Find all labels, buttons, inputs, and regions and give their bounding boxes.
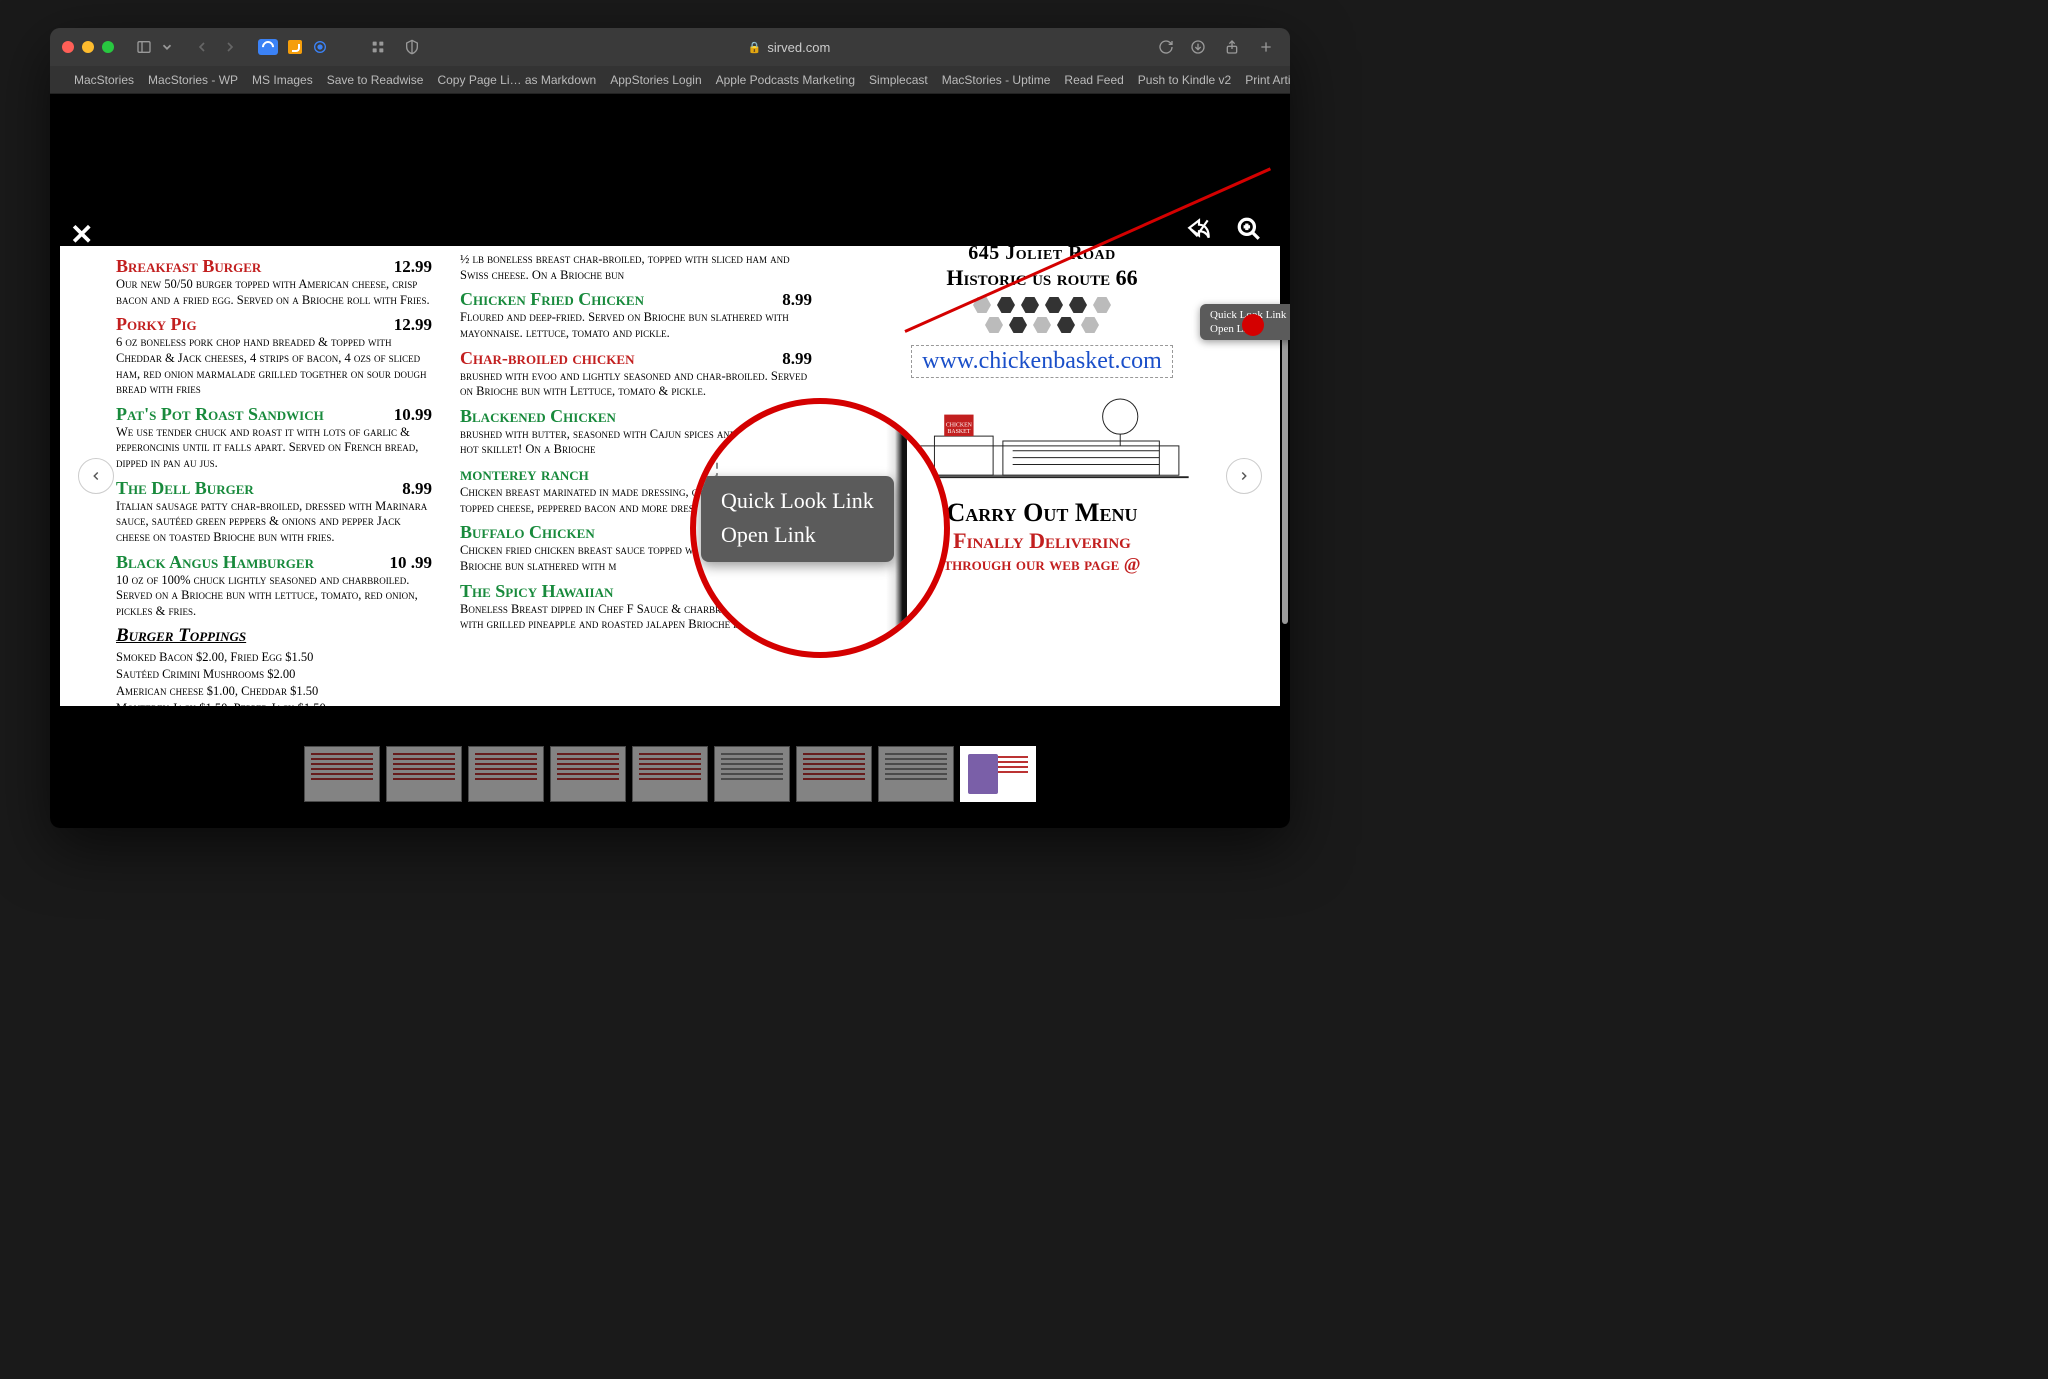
thumbnail[interactable] xyxy=(878,746,954,802)
bookmark-item[interactable]: MS Images xyxy=(252,73,313,87)
extension-icon-2[interactable] xyxy=(312,39,328,55)
bookmark-item[interactable]: Push to Kindle v2 xyxy=(1138,73,1231,87)
bookmark-item[interactable]: AppStories Login xyxy=(610,73,701,87)
annotation-circle: Quick Look Link Open Link xyxy=(690,398,950,658)
chevron-down-icon[interactable] xyxy=(160,36,174,58)
menu-item-name: monterey ranch xyxy=(460,464,589,485)
toppings-list: Smoked Bacon $2.00, Fried Egg $1.50 Saut… xyxy=(116,649,432,706)
menu-item-desc: 6 oz boneless pork chop hand breaded & t… xyxy=(116,335,432,398)
annotation-endpoint-dot xyxy=(1242,314,1264,336)
thumbnail-active[interactable] xyxy=(960,746,1036,802)
svg-text:CHICKEN: CHICKEN xyxy=(946,422,973,428)
website-link[interactable]: www.chickenbasket.com xyxy=(911,345,1173,378)
menu-item-name: Black Angus Hamburger xyxy=(116,552,314,573)
menu-item-name: Breakfast Burger xyxy=(116,256,261,277)
downloads-icon[interactable] xyxy=(1186,36,1210,58)
bookmark-item[interactable]: MacStories xyxy=(74,73,134,87)
menu-column-1: Breakfast Burger 12.99 Our new 50/50 burg… xyxy=(60,246,450,706)
bookmark-item[interactable]: Copy Page Li… as Markdown xyxy=(437,73,596,87)
context-menu-item[interactable]: Open Link xyxy=(719,518,876,552)
menu-item-desc: brushed with evoo and lightly seasoned a… xyxy=(460,369,812,400)
menu-item-name: Buffalo Chicken xyxy=(460,522,595,543)
bookmark-item[interactable]: MacStories - Uptime xyxy=(942,73,1051,87)
safari-window: 🔒 sirved.com MacStories MacStories - WP … xyxy=(50,28,1290,828)
menu-item-desc: 10 oz of 100% chuck lightly seasoned and… xyxy=(116,573,432,620)
titlebar: 🔒 sirved.com xyxy=(50,28,1290,66)
minimize-window[interactable] xyxy=(82,41,94,53)
menu-item-name: Pat's Pot Roast Sandwich xyxy=(116,404,324,425)
close-window[interactable] xyxy=(62,41,74,53)
context-menu-item[interactable]: Quick Look Link xyxy=(719,484,876,518)
menu-item-desc: Our new 50/50 burger topped with America… xyxy=(116,277,432,308)
hex-decoration xyxy=(840,297,1244,313)
menu-item-name: Chicken Fried Chicken xyxy=(460,289,644,310)
rss-icon[interactable] xyxy=(288,40,302,54)
menu-item-name: The Dell Burger xyxy=(116,478,254,499)
context-menu-zoomed: Quick Look Link Open Link xyxy=(701,476,894,562)
menu-item-price: 10 .99 xyxy=(390,553,433,573)
grid-apps-icon[interactable] xyxy=(366,36,390,58)
menu-item-price: 8.99 xyxy=(782,349,812,369)
menu-item-price: 10.99 xyxy=(394,405,432,425)
menu-item-desc: We use tender chuck and roast it with lo… xyxy=(116,425,432,472)
bookmark-item[interactable]: Save to Readwise xyxy=(327,73,424,87)
next-image-button[interactable] xyxy=(1226,458,1262,494)
forward-button[interactable] xyxy=(218,36,242,58)
lock-icon: 🔒 xyxy=(748,41,762,54)
sidebar-toggle-icon[interactable] xyxy=(132,36,156,58)
prev-image-button[interactable] xyxy=(78,458,114,494)
bookmarks-bar: MacStories MacStories - WP MS Images Sav… xyxy=(50,66,1290,94)
back-button[interactable] xyxy=(190,36,214,58)
menu-item-desc: Floured and deep-fried. Served on Brioch… xyxy=(460,310,812,341)
bookmark-item[interactable]: Read Feed xyxy=(1064,73,1123,87)
menu-item-price: 12.99 xyxy=(394,315,432,335)
menu-item-name: Porky Pig xyxy=(116,314,197,335)
restaurant-address: 645 Joliet Road xyxy=(840,246,1244,265)
menu-item-name: Blackened Chicken xyxy=(460,406,616,427)
thumbnail[interactable] xyxy=(386,746,462,802)
toppings-heading: Burger Toppings xyxy=(116,625,432,647)
thumbnail[interactable] xyxy=(796,746,872,802)
vertical-scrollbar[interactable] xyxy=(1282,334,1288,624)
bookmark-item[interactable]: Apple Podcasts Marketing xyxy=(716,73,855,87)
reload-icon[interactable] xyxy=(1154,36,1178,58)
extension-icon-1[interactable] xyxy=(258,39,278,55)
bookmark-item[interactable]: MacStories - WP xyxy=(148,73,238,87)
thumbnail[interactable] xyxy=(304,746,380,802)
menu-item-price: 12.99 xyxy=(394,257,432,277)
thumbnail[interactable] xyxy=(468,746,544,802)
privacy-shield-icon[interactable] xyxy=(400,36,424,58)
share-icon[interactable] xyxy=(1220,36,1244,58)
svg-text:BASKET: BASKET xyxy=(947,429,970,435)
page-content: ✕ Breakfast Burger12.99 Our new 50/50 bu… xyxy=(50,94,1290,828)
new-tab-icon[interactable] xyxy=(1254,36,1278,58)
menu-item-desc: Italian sausage patty char-broiled, dres… xyxy=(116,499,432,546)
menu-page: Breakfast Burger 12.99 Our new 50/50 burg… xyxy=(60,246,1280,706)
thumbnail[interactable] xyxy=(632,746,708,802)
menu-item-price: 8.99 xyxy=(782,290,812,310)
bookmark-item[interactable]: Simplecast xyxy=(869,73,928,87)
menu-item-price: 8.99 xyxy=(402,479,432,499)
bookmark-item[interactable]: Print Article xyxy=(1245,73,1290,87)
address-bar[interactable]: 🔒 sirved.com xyxy=(432,40,1146,55)
url-host: sirved.com xyxy=(767,40,830,55)
thumbnail-strip xyxy=(50,746,1290,810)
thumbnail[interactable] xyxy=(714,746,790,802)
lightbox-zoom-icon[interactable] xyxy=(1236,216,1262,247)
menu-item-name: Char-broiled chicken xyxy=(460,348,634,369)
hex-decoration xyxy=(840,317,1244,333)
zoom-window[interactable] xyxy=(102,41,114,53)
thumbnail[interactable] xyxy=(550,746,626,802)
traffic-lights xyxy=(62,41,114,53)
lightbox-share-icon[interactable] xyxy=(1186,216,1212,247)
menu-item-desc: ½ lb boneless breast char-broiled, toppe… xyxy=(460,252,812,283)
menu-item-name: The Spicy Hawaiian xyxy=(460,581,613,602)
